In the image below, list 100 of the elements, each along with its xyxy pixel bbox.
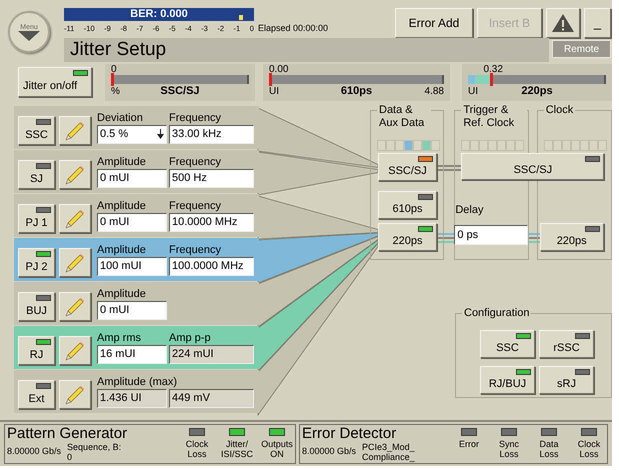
meter-label: 610ps <box>340 86 372 96</box>
toggle-button[interactable]: SSC/SJ <box>378 153 437 181</box>
field-label: Frequency <box>169 112 222 124</box>
field-label: Amplitude <box>97 244 147 256</box>
status-text: PCIe3_Mod_ <box>362 442 415 452</box>
input-field[interactable]: 33.00 kHz <box>169 124 254 144</box>
pencil-icon <box>64 340 86 362</box>
indicator-label: Sync <box>498 439 519 449</box>
connector-lines <box>437 165 462 171</box>
toggle-button[interactable]: rSSC <box>539 330 594 358</box>
edit-button[interactable] <box>59 160 91 189</box>
toggle-button[interactable]: sRJ <box>539 366 594 394</box>
toggle-button[interactable]: 610ps <box>378 191 437 219</box>
input-field[interactable]: 16 mUI <box>97 344 167 364</box>
indicator-label: ON <box>270 449 284 459</box>
field-label: Frequency <box>169 244 222 256</box>
toggle-button[interactable]: PJ 1 <box>18 204 55 233</box>
remote-badge: Remote <box>552 40 611 58</box>
toggle-button[interactable]: SSC <box>18 116 55 145</box>
meter-unit: UI <box>468 86 479 96</box>
input-field[interactable]: 0.5 % <box>97 124 167 144</box>
toggle-button[interactable]: SSC/SJ <box>461 153 604 180</box>
edit-button[interactable] <box>59 248 91 277</box>
status-text: 0 <box>67 452 74 462</box>
pencil-icon <box>64 296 86 318</box>
indicator-label: Loss <box>187 449 206 459</box>
indicator-label: Error <box>459 439 479 449</box>
section-title: Error Detector <box>302 425 398 442</box>
field-label: Amplitude <box>97 156 147 168</box>
input-field[interactable]: 0 ps <box>454 225 528 245</box>
meter-unit: % <box>111 86 121 96</box>
toggle-button[interactable]: PJ 2 <box>18 248 55 277</box>
pencil-icon <box>64 252 86 274</box>
window-title: Jitter Setup <box>64 38 549 62</box>
input-field[interactable]: 0 mUI <box>97 212 167 232</box>
edit-button[interactable] <box>59 336 91 365</box>
field-label: Amplitude <box>97 288 147 300</box>
toolbar-button[interactable]: Error Add <box>395 8 473 38</box>
meter-value: 0 <box>111 64 117 74</box>
data-rate: 8.00000 Gb/s <box>302 447 356 456</box>
status-text: Compliance_ <box>362 452 415 462</box>
edit-button[interactable] <box>59 380 91 409</box>
field-label: Frequency <box>169 200 222 212</box>
elapsed-time: Elapsed 00:00:00 <box>258 24 328 33</box>
field-label: Amp rms <box>97 332 142 344</box>
field-label: Deviation <box>97 112 144 124</box>
input-field[interactable]: 100.0000 MHz <box>169 256 254 276</box>
readout-field: 1.436 UI <box>97 388 167 408</box>
indicator-label: Loss <box>579 449 598 459</box>
edit-button[interactable] <box>59 204 91 233</box>
indicator-label: Data <box>539 439 558 449</box>
input-field[interactable]: 10.0000 MHz <box>169 212 254 232</box>
input-field[interactable]: 500 Hz <box>169 168 254 188</box>
indicator-label: Clock <box>186 439 208 449</box>
connector-lines <box>528 233 541 243</box>
input-field[interactable]: 100 mUI <box>97 256 167 276</box>
indicator-label: Loss <box>539 449 558 459</box>
toggle-button[interactable]: SJ <box>18 160 55 189</box>
input-field[interactable]: 0 mUI <box>97 168 167 188</box>
pencil-icon <box>64 120 86 142</box>
readout-field: 449 mV <box>169 388 254 408</box>
indicator-label: Loss <box>499 449 518 459</box>
meter-unit: UI <box>269 86 280 96</box>
toggle-button[interactable]: RJ/BUJ <box>480 366 535 394</box>
warning-button[interactable] <box>546 8 580 38</box>
data-rate: 8.00000 Gb/s <box>7 447 62 456</box>
minimize-button[interactable]: _ <box>584 8 611 38</box>
group-title: Configuration <box>462 306 532 320</box>
field-label: Amplitude (max) <box>97 376 178 388</box>
warning-icon <box>552 14 574 32</box>
meter-value: 0.00 <box>269 64 288 74</box>
meter-label: 220ps <box>521 86 553 96</box>
indicator-label: Clock <box>578 439 600 449</box>
ber-display: BER: 0.000 <box>64 8 254 21</box>
toggle-button[interactable]: SSC <box>480 330 535 358</box>
field-label: Frequency <box>169 156 222 168</box>
pencil-icon <box>64 384 86 406</box>
indicator-label: Outputs <box>261 439 293 449</box>
toggle-button[interactable]: 220ps <box>378 223 437 251</box>
readout-field: 224 mUI <box>169 344 254 364</box>
down-triangle-icon <box>18 30 40 40</box>
toggle-button[interactable]: RJ <box>18 336 55 365</box>
meter-max: 4.88 <box>424 86 444 96</box>
section-title: Pattern Generator <box>7 425 128 442</box>
status-text: Sequence, B: <box>67 442 122 452</box>
edit-button[interactable] <box>59 116 91 145</box>
meter-value: 0.32 <box>483 64 503 74</box>
down-arrow-icon[interactable] <box>157 129 164 139</box>
input-field[interactable]: 0 mUI <box>97 300 167 320</box>
jitter-toggle-button[interactable]: Jitter on/off <box>18 67 92 97</box>
pencil-icon <box>64 164 86 186</box>
toggle-button[interactable]: 220ps <box>540 223 604 251</box>
edit-button[interactable] <box>59 292 91 321</box>
meter-label: SSC/SJ <box>160 86 200 96</box>
field-label: Amp p-p <box>169 332 212 344</box>
pencil-icon <box>64 208 86 230</box>
field-label: Delay <box>455 205 484 216</box>
toggle-button[interactable]: BUJ <box>18 292 55 321</box>
indicator-label: ISI/SSC <box>221 449 254 459</box>
toggle-button[interactable]: Ext <box>18 380 55 409</box>
